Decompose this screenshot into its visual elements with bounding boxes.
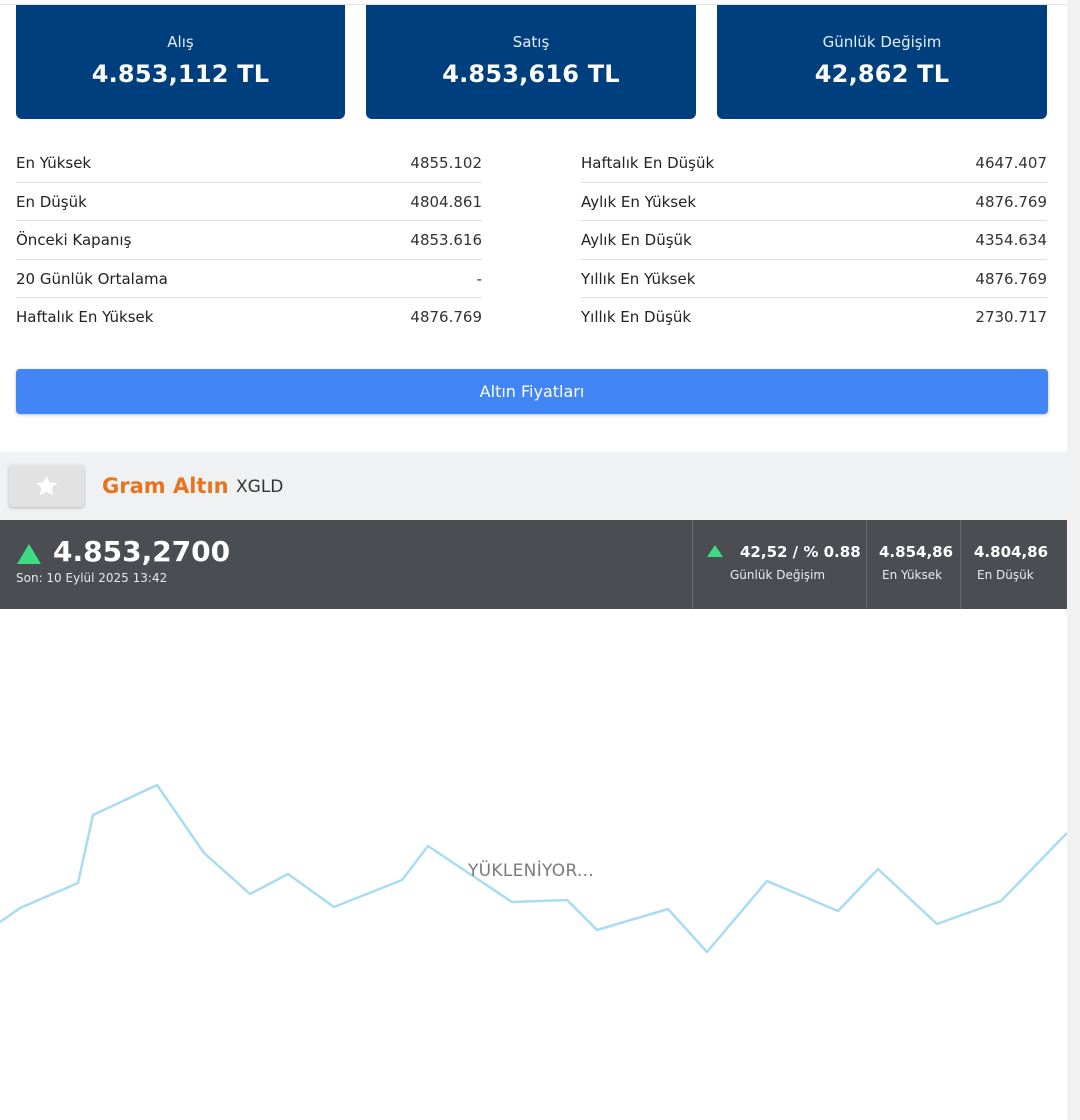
stat-row: Aylık En Düşük 4354.634 bbox=[581, 221, 1047, 260]
stat-row: Yıllık En Düşük 2730.717 bbox=[581, 298, 1047, 337]
favorite-button[interactable] bbox=[9, 465, 84, 507]
stat-row: Yıllık En Yüksek 4876.769 bbox=[581, 260, 1047, 299]
stat-value: - bbox=[476, 269, 482, 288]
daily-change-value: 42,52 / % 0.88 bbox=[740, 543, 861, 561]
stat-label: Haftalık En Düşük bbox=[581, 154, 715, 172]
stat-row: 20 Günlük Ortalama - bbox=[16, 260, 482, 299]
stat-row: En Düşük 4804.861 bbox=[16, 183, 482, 222]
daily-high-caption: En Yüksek bbox=[882, 568, 943, 582]
ticker-bar: 4.853,2700 Son: 10 Eylül 2025 13:42 42,5… bbox=[0, 520, 1067, 609]
sell-value: 4.853,616 TL bbox=[442, 60, 620, 88]
buy-value: 4.853,112 TL bbox=[91, 60, 270, 88]
daily-change-caption: Günlük Değişim bbox=[730, 568, 826, 582]
sell-price-card: Satış 4.853,616 TL bbox=[366, 5, 696, 119]
asset-code: XGLD bbox=[236, 477, 284, 497]
stat-value: 4876.769 bbox=[410, 308, 482, 327]
triangle-up-icon bbox=[707, 545, 723, 557]
stat-label: Aylık En Yüksek bbox=[581, 192, 697, 211]
stat-label: Yıllık En Yüksek bbox=[581, 269, 696, 288]
stat-row: Aylık En Yüksek 4876.769 bbox=[581, 183, 1047, 222]
asset-name: Gram Altın bbox=[102, 474, 229, 498]
stat-label: En Düşük bbox=[16, 192, 87, 211]
daily-change-label: Günlük Değişim bbox=[822, 33, 942, 51]
gold-prices-button[interactable]: Altın Fiyatları bbox=[16, 369, 1048, 414]
sell-label: Satış bbox=[512, 33, 550, 51]
stat-label: Yıllık En Düşük bbox=[581, 308, 692, 327]
stat-row: Haftalık En Düşük 4647.407 bbox=[581, 144, 1047, 183]
stat-row: Önceki Kapanış 4853.616 bbox=[16, 221, 482, 260]
stat-row: En Yüksek 4855.102 bbox=[16, 144, 482, 183]
buy-label: Alış bbox=[167, 33, 194, 51]
loading-text: YÜKLENİYOR... bbox=[468, 861, 595, 881]
stat-value: 4855.102 bbox=[410, 154, 482, 172]
divider bbox=[866, 520, 867, 609]
stat-label: En Yüksek bbox=[16, 154, 92, 172]
buy-price-card: Alış 4.853,112 TL bbox=[16, 5, 345, 119]
stats-left: En Yüksek 4855.102 En Düşük 4804.861 Öncek… bbox=[16, 144, 482, 337]
stat-value: 4804.861 bbox=[410, 192, 482, 211]
daily-change-value: 42,862 TL bbox=[814, 60, 950, 88]
stat-value: 4876.769 bbox=[975, 269, 1047, 288]
stat-value: 4647.407 bbox=[975, 154, 1047, 172]
stat-value: 4853.616 bbox=[410, 231, 482, 250]
stat-label: 20 Günlük Ortalama bbox=[16, 269, 168, 288]
star-icon bbox=[35, 475, 58, 496]
current-price: 4.853,2700 bbox=[53, 535, 231, 568]
stat-label: Haftalık En Yüksek bbox=[16, 308, 154, 327]
stat-value: 4876.769 bbox=[975, 192, 1047, 211]
stat-label: Önceki Kapanış bbox=[16, 231, 132, 250]
triangle-up-icon bbox=[17, 544, 41, 564]
stat-value: 2730.717 bbox=[975, 308, 1047, 327]
divider bbox=[960, 520, 961, 609]
daily-low-caption: En Düşük bbox=[977, 568, 1034, 582]
daily-low-value: 4.804,86 bbox=[974, 543, 1049, 561]
scrollbar[interactable] bbox=[1067, 0, 1080, 1120]
stat-value: 4354.634 bbox=[975, 231, 1047, 250]
stat-row: Haftalık En Yüksek 4876.769 bbox=[16, 298, 482, 337]
last-update: Son: 10 Eylül 2025 13:42 bbox=[16, 571, 168, 585]
divider bbox=[692, 520, 693, 609]
daily-high-value: 4.854,86 bbox=[879, 543, 954, 561]
stats-right: Haftalık En Düşük 4647.407 Aylık En Yükse… bbox=[581, 144, 1047, 337]
daily-change-card: Günlük Değişim 42,862 TL bbox=[717, 5, 1047, 119]
stat-label: Aylık En Düşük bbox=[581, 231, 692, 250]
